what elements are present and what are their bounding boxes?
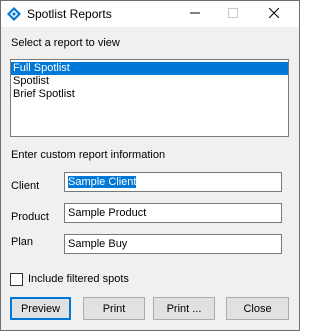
close-icon: [268, 7, 280, 21]
app-diamond-icon: [7, 7, 21, 21]
title-bar: Spotlist Reports: [1, 1, 299, 27]
report-listbox[interactable]: Full Spotlist Spotlist Brief Spotlist: [10, 59, 289, 137]
client-field[interactable]: Sample Client: [64, 172, 282, 192]
report-select-label: Select a report to view: [11, 37, 120, 49]
report-item-brief-spotlist[interactable]: Brief Spotlist: [11, 88, 288, 101]
print-dialog-button[interactable]: Print ...: [153, 297, 215, 320]
product-field[interactable]: Sample Product: [64, 203, 282, 223]
product-label: Product: [11, 211, 49, 223]
dialog-body: Select a report to view Full Spotlist Sp…: [1, 27, 299, 330]
spotlist-reports-dialog: Spotlist Reports Select a report to view…: [0, 0, 300, 331]
report-item-spotlist[interactable]: Spotlist: [11, 75, 288, 88]
maximize-icon: [228, 7, 238, 21]
product-field-value: Sample Product: [68, 207, 147, 219]
plan-label: Plan: [11, 236, 34, 248]
window-close-button[interactable]: [254, 1, 294, 27]
plan-field[interactable]: Sample Buy: [64, 234, 282, 254]
client-field-value: Sample Client: [68, 176, 137, 188]
include-filtered-label[interactable]: Include filtered spots: [28, 273, 129, 285]
close-button[interactable]: Close: [226, 297, 289, 320]
plan-field-value: Sample Buy: [68, 238, 128, 250]
client-label: Client: [11, 180, 40, 192]
include-filtered-checkbox[interactable]: [10, 273, 23, 286]
report-item-full-spotlist[interactable]: Full Spotlist: [11, 62, 288, 75]
maximize-button[interactable]: [213, 1, 253, 27]
custom-report-label: Enter custom report information: [11, 149, 166, 161]
window-title: Spotlist Reports: [27, 7, 112, 21]
minimize-icon: [190, 8, 200, 21]
minimize-button[interactable]: [175, 1, 215, 27]
print-button[interactable]: Print: [83, 297, 145, 320]
preview-button[interactable]: Preview: [10, 297, 71, 320]
